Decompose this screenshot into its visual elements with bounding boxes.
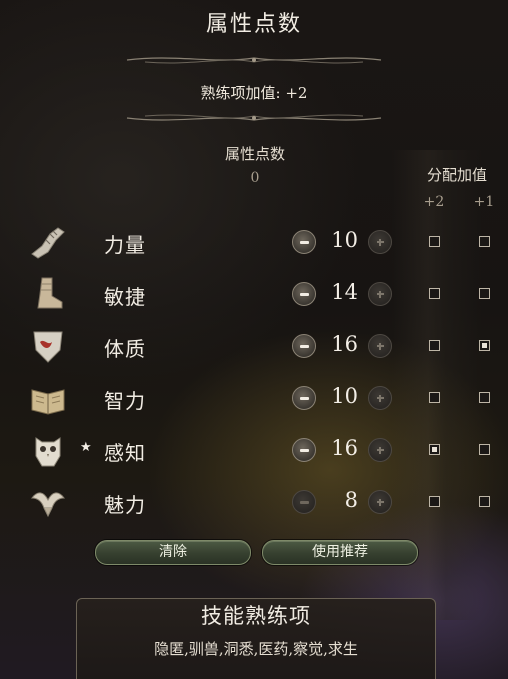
shield-icon [33,331,63,363]
attribute-row-intelligence: 智力 10 [0,378,508,418]
attribute-name: 魅力 [104,493,146,517]
plus2-checkbox[interactable] [429,392,440,403]
skill-proficiency-title: 技能熟练项 [201,604,311,628]
plus1-checkbox[interactable] [479,392,490,403]
boot-icon [37,277,63,309]
allocation-plus1-label: +1 [473,194,495,210]
points-label: 属性点数 [224,145,285,163]
plus2-checkbox[interactable] [429,496,440,507]
increase-button[interactable] [368,438,392,462]
decrease-button[interactable] [292,334,316,358]
attribute-value: 8 [344,488,358,512]
decrease-button[interactable] [292,490,316,514]
attribute-row-wisdom: ★ 感知 16 [0,430,508,470]
decrease-button[interactable] [292,230,316,254]
plus2-checkbox[interactable] [429,288,440,299]
plus1-checkbox[interactable] [479,340,490,351]
increase-button[interactable] [368,386,392,410]
skill-proficiency-list: 隐匿,驯兽,洞悉,医药,察觉,求生 [154,640,358,658]
clear-button[interactable]: 清除 [95,540,251,565]
panel-title: 属性点数 [205,12,302,37]
allocation-plus2-label: +2 [423,194,445,210]
attribute-value: 16 [331,436,358,460]
attribute-value: 14 [331,280,358,304]
bird-icon [30,492,66,518]
attribute-row-charisma: 魅力 8 [0,482,508,522]
plus2-checkbox[interactable] [429,444,440,455]
attribute-name: 感知 [104,441,146,465]
decrease-button[interactable] [292,282,316,306]
attribute-row-strength: 力量 10 [0,222,508,262]
attribute-name: 智力 [104,389,146,413]
book-icon [31,389,65,415]
increase-button[interactable] [368,282,392,306]
gauntlet-icon [31,227,65,259]
plus2-checkbox[interactable] [429,236,440,247]
attribute-row-constitution: 体质 16 [0,326,508,366]
attribute-name: 力量 [104,233,146,257]
increase-button[interactable] [368,490,392,514]
attribute-value: 16 [331,332,358,356]
plus1-checkbox[interactable] [479,288,490,299]
star-marker: ★ [80,440,92,455]
attribute-name: 敏捷 [104,285,146,309]
plus2-checkbox[interactable] [429,340,440,351]
ornament-divider-bottom [126,114,382,121]
allocation-label: 分配加值 [426,166,487,184]
owl-icon [35,437,61,467]
increase-button[interactable] [368,334,392,358]
plus1-checkbox[interactable] [479,444,490,455]
attribute-value: 10 [331,228,358,252]
attribute-row-dexterity: 敏捷 14 [0,274,508,314]
decrease-button[interactable] [292,386,316,410]
increase-button[interactable] [368,230,392,254]
ornament-divider-top [126,57,382,64]
plus1-checkbox[interactable] [479,496,490,507]
plus1-checkbox[interactable] [479,236,490,247]
attribute-value: 10 [331,384,358,408]
decrease-button[interactable] [292,438,316,462]
proficiency-bonus: 熟练项加值: +2 [200,84,308,102]
points-remaining: 0 [250,170,260,186]
use-recommended-button[interactable]: 使用推荐 [262,540,418,565]
attribute-name: 体质 [104,337,146,361]
